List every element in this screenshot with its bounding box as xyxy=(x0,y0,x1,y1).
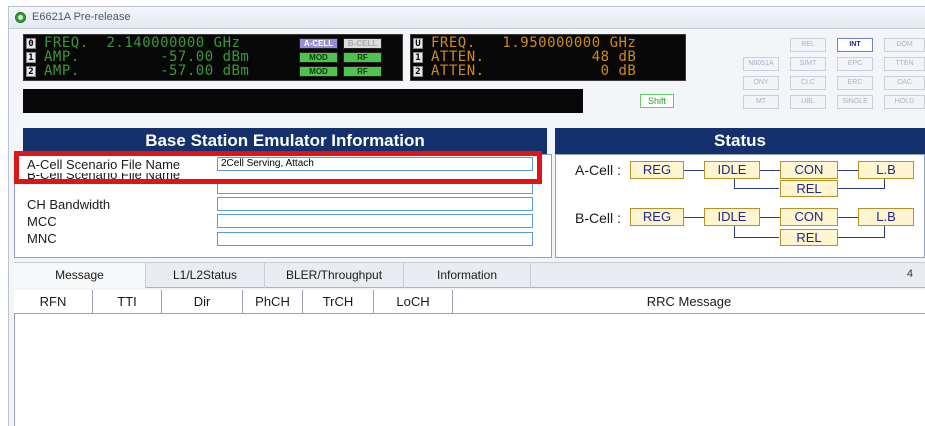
acell-connector-6 xyxy=(838,188,884,189)
tab-l1l2-status[interactable]: L1/L2Status xyxy=(146,263,265,288)
bcell-lb-state: L.B xyxy=(858,208,914,226)
channel-indicator-1: 1 xyxy=(26,52,36,63)
col-tti[interactable]: TTI xyxy=(93,290,162,313)
single-button[interactable]: SINGLE xyxy=(837,95,873,109)
amp-readout-2: AMP. -57.00 dBm xyxy=(44,63,250,79)
acell-connector-3 xyxy=(838,170,858,171)
bcell-connector-6 xyxy=(838,237,884,238)
tten-button[interactable]: TTEN xyxy=(884,57,925,71)
title-bar: E6621A Pre-release xyxy=(9,7,925,29)
status-panel-title: Status xyxy=(555,128,925,154)
col-loch[interactable]: LoCH xyxy=(374,290,453,313)
acell-rel-state: REL xyxy=(780,180,838,197)
bcell-connector-1 xyxy=(684,217,704,218)
message-table-body[interactable] xyxy=(14,314,925,426)
cac-button[interactable]: CAC xyxy=(884,76,925,90)
ony-button[interactable]: ONY xyxy=(743,76,779,90)
ubl-button[interactable]: UBL xyxy=(790,95,826,109)
lcd-display-right: U FREQ. 1.950000000 GHz 1 ATTEN. 48 dB 2… xyxy=(410,34,686,81)
col-trch[interactable]: TrCH xyxy=(303,290,374,313)
channel-indicator-atten-1: 1 xyxy=(413,52,423,63)
col-rrc-message[interactable]: RRC Message xyxy=(453,290,925,313)
acell-status-label: A-Cell : xyxy=(575,162,621,178)
acell-connector-7 xyxy=(884,179,885,189)
dom-button[interactable]: DOM xyxy=(884,38,925,52)
acell-lb-state: L.B xyxy=(858,161,914,179)
rf-button-1[interactable]: RF xyxy=(343,52,382,63)
bcell-connector-7 xyxy=(884,226,885,238)
amp-readout-1: AMP. -57.00 dBm xyxy=(44,49,250,65)
acell-connector-5 xyxy=(734,188,779,189)
bcell-connector-2 xyxy=(760,217,780,218)
mnc-field[interactable] xyxy=(217,232,533,246)
acell-reg-state: REG xyxy=(630,161,684,179)
ch-bandwidth-label: CH Bandwidth xyxy=(27,197,111,212)
hold-button[interactable]: HOLD xyxy=(884,95,925,109)
acell-idle-state: IDLE xyxy=(704,161,760,179)
erc-button[interactable]: ERC xyxy=(837,76,873,90)
mcc-field[interactable] xyxy=(217,214,533,228)
bcell-con-state: CON xyxy=(780,208,838,226)
int-button[interactable]: INT xyxy=(837,38,873,52)
channel-indicator-atten-2: 2 xyxy=(413,66,423,77)
bcell-connector-3 xyxy=(838,217,858,218)
tab-message[interactable]: Message xyxy=(14,263,146,288)
freq-readout: FREQ. 2.140000000 GHz xyxy=(44,35,241,51)
mcc-label: MCC xyxy=(27,214,57,229)
tab-scroll-arrow-icon[interactable]: 4 xyxy=(907,268,913,280)
clc-button[interactable]: CLC xyxy=(790,76,826,90)
col-rfn[interactable]: RFN xyxy=(14,290,93,313)
acell-connector-4 xyxy=(734,179,735,188)
acell-con-state: CON xyxy=(780,161,838,179)
bcell-rel-state: REL xyxy=(780,229,838,246)
mt-button[interactable]: MT xyxy=(743,95,779,109)
rel-button[interactable]: REL xyxy=(790,38,826,52)
atten-readout-1: ATTEN. 48 dB xyxy=(431,49,637,65)
highlight-box xyxy=(14,151,542,184)
acell-indicator[interactable]: A-CELL xyxy=(299,38,338,49)
tab-bar: Message L1/L2Status BLER/Throughput Info… xyxy=(14,262,925,288)
bcell-reg-state: REG xyxy=(630,208,684,226)
acell-connector-2 xyxy=(760,170,780,171)
shift-button[interactable]: Shift xyxy=(640,94,674,108)
channel-indicator-0: 0 xyxy=(26,38,36,49)
rf-button-2[interactable]: RF xyxy=(343,66,382,77)
message-strip xyxy=(23,89,583,113)
col-phch[interactable]: PhCH xyxy=(243,290,303,313)
ch-bandwidth-field[interactable] xyxy=(217,197,533,211)
bcell-connector-4 xyxy=(734,226,735,237)
channel-indicator-u: U xyxy=(413,38,423,49)
mnc-label: MNC xyxy=(27,231,57,246)
tab-information[interactable]: Information xyxy=(404,263,531,288)
acell-connector-1 xyxy=(684,170,704,171)
n6051a-button[interactable]: N6051A xyxy=(743,57,779,71)
lcd-display-left: 0 FREQ. 2.140000000 GHz A-CELL B-CELL 1 … xyxy=(23,34,403,81)
tab-bler-throughput[interactable]: BLER/Throughput xyxy=(265,263,404,288)
app-icon xyxy=(15,12,26,23)
mod-button-1[interactable]: MOD xyxy=(299,52,338,63)
atten-readout-2: ATTEN. 0 dB xyxy=(431,63,637,79)
col-dir[interactable]: Dir xyxy=(162,290,243,313)
channel-indicator-2: 2 xyxy=(26,66,36,77)
message-table-header: RFN TTI Dir PhCH TrCH LoCH RRC Message xyxy=(14,290,925,314)
window-title: E6621A Pre-release xyxy=(32,11,131,23)
epc-button[interactable]: EPC xyxy=(837,57,873,71)
ul-freq-readout: FREQ. 1.950000000 GHz xyxy=(431,35,637,51)
bcell-indicator[interactable]: B-CELL xyxy=(343,38,382,49)
simt-button[interactable]: SIMT xyxy=(790,57,826,71)
bcell-status-label: B-Cell : xyxy=(575,210,621,226)
bcell-idle-state: IDLE xyxy=(704,208,760,226)
bcell-connector-5 xyxy=(734,237,779,238)
mod-button-2[interactable]: MOD xyxy=(299,66,338,77)
